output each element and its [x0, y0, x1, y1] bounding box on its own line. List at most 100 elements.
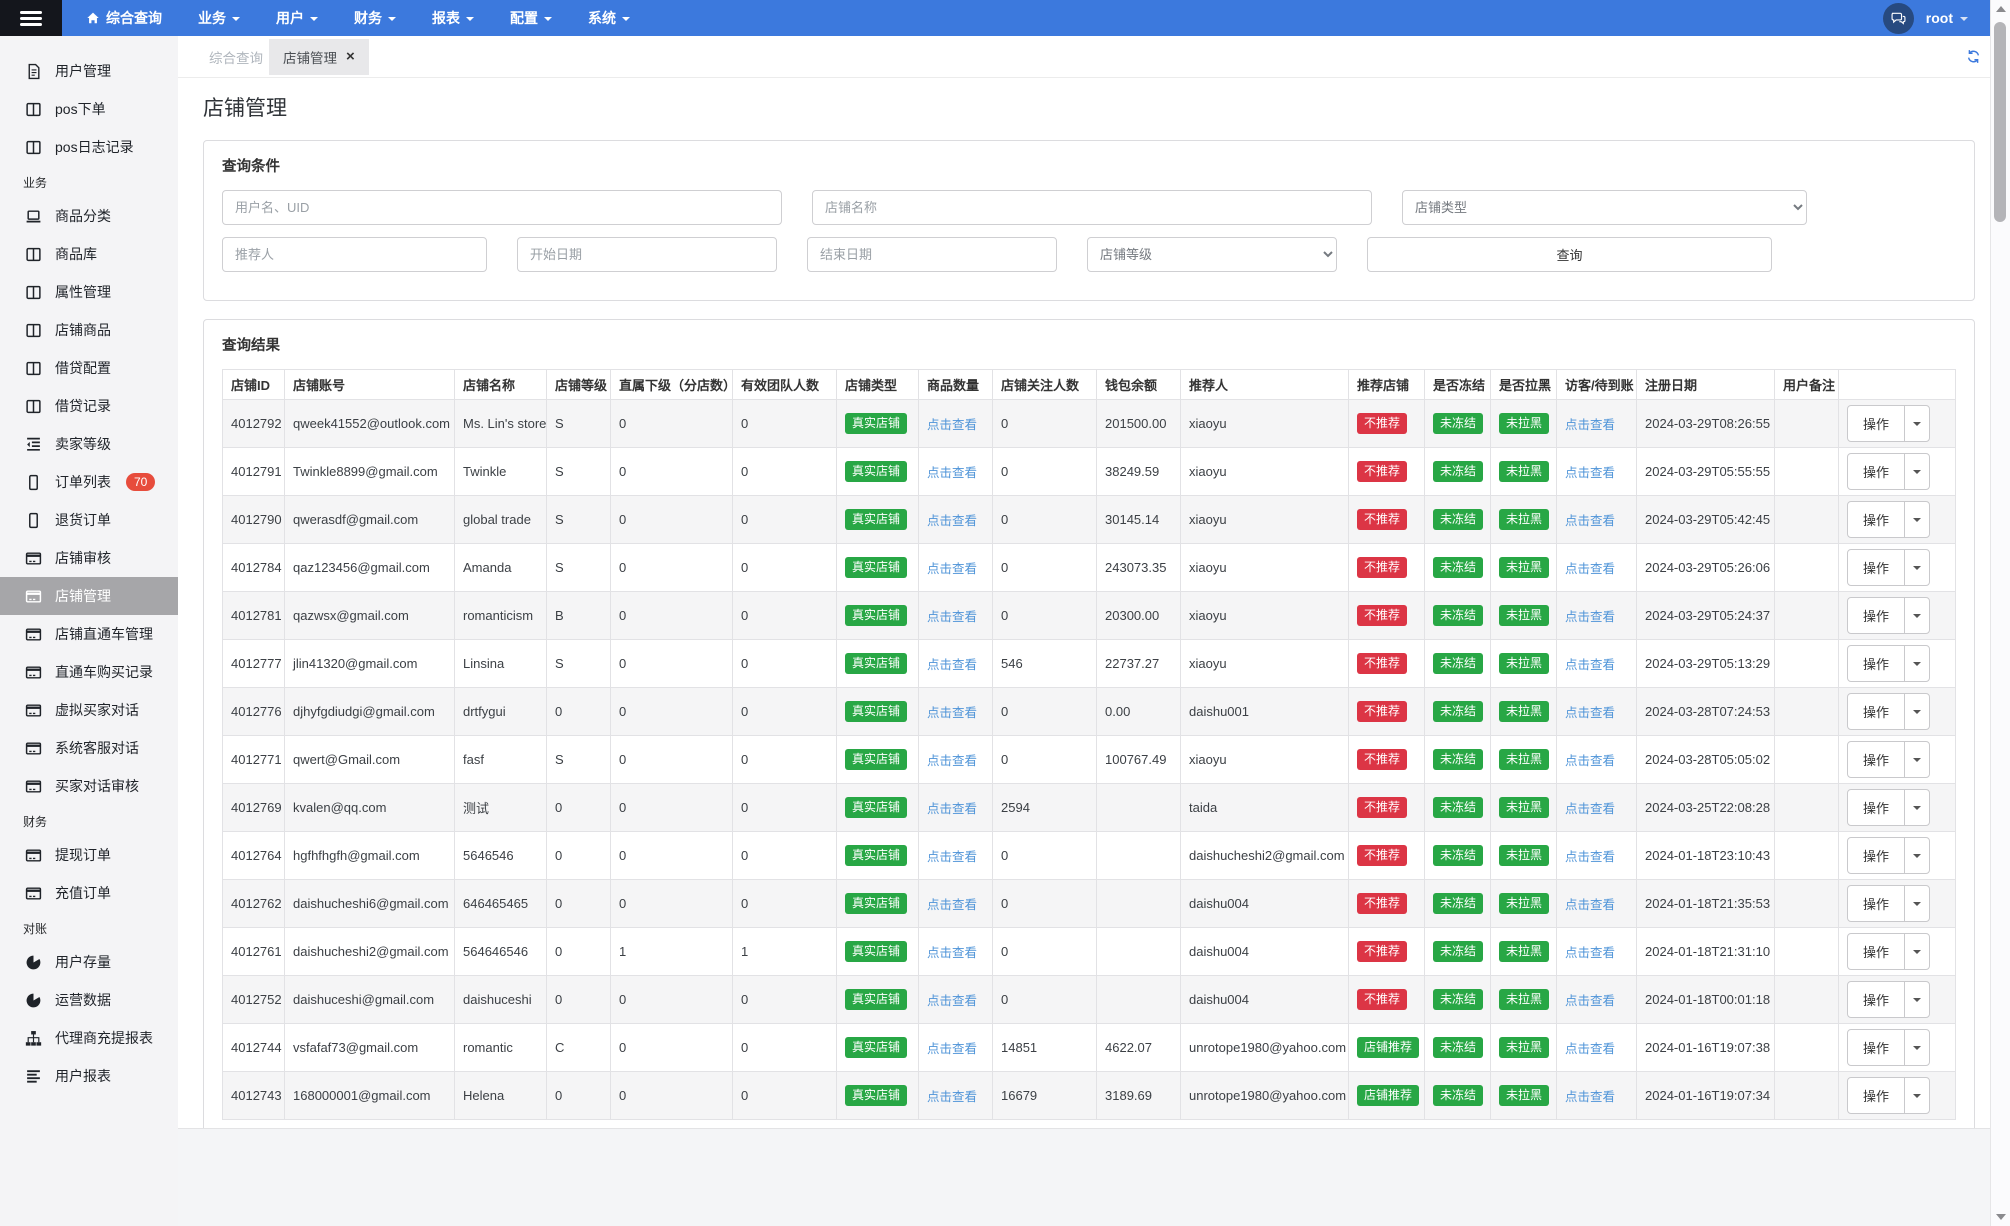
visitor-pending-link[interactable]: 点击查看	[1565, 514, 1615, 528]
product-count-link[interactable]: 点击查看	[927, 514, 977, 528]
product-count-link[interactable]: 点击查看	[927, 946, 977, 960]
sidebar-item[interactable]: 用户报表	[0, 1057, 178, 1095]
sidebar-item[interactable]: 卖家等级	[0, 425, 178, 463]
tab-general-query[interactable]: 综合查询	[203, 39, 269, 75]
visitor-pending-link[interactable]: 点击查看	[1565, 610, 1615, 624]
action-button[interactable]: 操作	[1847, 1077, 1931, 1114]
visitor-pending-link[interactable]: 点击查看	[1565, 994, 1615, 1008]
shop-type-select[interactable]: 店铺类型	[1402, 190, 1807, 225]
sidebar-item[interactable]: 直通车购买记录	[0, 653, 178, 691]
messages-button[interactable]	[1882, 2, 1914, 34]
visitor-pending-link[interactable]: 点击查看	[1565, 946, 1615, 960]
product-count-link[interactable]: 点击查看	[927, 610, 977, 624]
product-count-link[interactable]: 点击查看	[927, 850, 977, 864]
nav-menu-item[interactable]: 综合查询	[86, 8, 162, 28]
nav-menu-item[interactable]: 业务	[198, 8, 240, 28]
sidebar-item[interactable]: pos日志记录	[0, 128, 178, 166]
sidebar-item[interactable]: 系统客服对话	[0, 729, 178, 767]
sidebar-item[interactable]: 属性管理	[0, 273, 178, 311]
shop-level-select[interactable]: 店铺等级	[1087, 237, 1337, 272]
sidebar-item[interactable]: 买家对话审核	[0, 767, 178, 805]
visitor-pending-link[interactable]: 点击查看	[1565, 706, 1615, 720]
sidebar-item[interactable]: pos下单	[0, 90, 178, 128]
product-count-link[interactable]: 点击查看	[927, 898, 977, 912]
visitor-pending-link[interactable]: 点击查看	[1565, 466, 1615, 480]
scroll-down-arrow-icon[interactable]	[1996, 1214, 2006, 1220]
action-button[interactable]: 操作	[1847, 789, 1931, 826]
chevron-down-icon[interactable]	[1904, 934, 1929, 969]
tab-shop-management[interactable]: 店铺管理 ×	[269, 38, 369, 75]
visitor-pending-link[interactable]: 点击查看	[1565, 850, 1615, 864]
visitor-pending-link[interactable]: 点击查看	[1565, 898, 1615, 912]
product-count-link[interactable]: 点击查看	[927, 1042, 977, 1056]
sidebar-item[interactable]: 用户存量	[0, 943, 178, 981]
sidebar-item[interactable]: 代理商充提报表	[0, 1019, 178, 1057]
sidebar-item[interactable]: 店铺审核	[0, 539, 178, 577]
sidebar-item[interactable]: 店铺商品	[0, 311, 178, 349]
sidebar-item[interactable]: 商品库	[0, 235, 178, 273]
action-button[interactable]: 操作	[1847, 1029, 1931, 1066]
action-button[interactable]: 操作	[1847, 885, 1931, 922]
product-count-link[interactable]: 点击查看	[927, 754, 977, 768]
chevron-down-icon[interactable]	[1904, 982, 1929, 1017]
sidebar-item[interactable]: 订单列表 70	[0, 463, 178, 501]
product-count-link[interactable]: 点击查看	[927, 994, 977, 1008]
scrollbar-thumb[interactable]	[1994, 22, 2006, 222]
product-count-link[interactable]: 点击查看	[927, 1090, 977, 1104]
chevron-down-icon[interactable]	[1904, 790, 1929, 825]
product-count-link[interactable]: 点击查看	[927, 802, 977, 816]
visitor-pending-link[interactable]: 点击查看	[1565, 802, 1615, 816]
visitor-pending-link[interactable]: 点击查看	[1565, 754, 1615, 768]
sidebar-item[interactable]: 店铺管理	[0, 577, 178, 615]
visitor-pending-link[interactable]: 点击查看	[1565, 562, 1615, 576]
chevron-down-icon[interactable]	[1904, 742, 1929, 777]
nav-menu-item[interactable]: 系统	[588, 8, 630, 28]
visitor-pending-link[interactable]: 点击查看	[1565, 1090, 1615, 1104]
action-button[interactable]: 操作	[1847, 693, 1931, 730]
sidebar-item[interactable]: 借贷配置	[0, 349, 178, 387]
action-button[interactable]: 操作	[1847, 597, 1931, 634]
shop-name-input[interactable]	[812, 190, 1372, 225]
sidebar-item[interactable]: 运营数据	[0, 981, 178, 1019]
sidebar-item[interactable]: 充值订单	[0, 874, 178, 912]
end-date-input[interactable]	[807, 237, 1057, 272]
nav-menu-item[interactable]: 配置	[510, 8, 552, 28]
product-count-link[interactable]: 点击查看	[927, 706, 977, 720]
chevron-down-icon[interactable]	[1904, 886, 1929, 921]
nav-menu-item[interactable]: 报表	[432, 8, 474, 28]
visitor-pending-link[interactable]: 点击查看	[1565, 418, 1615, 432]
action-button[interactable]: 操作	[1847, 453, 1931, 490]
refresh-button[interactable]	[1966, 49, 1981, 64]
chevron-down-icon[interactable]	[1904, 1030, 1929, 1065]
product-count-link[interactable]: 点击查看	[927, 466, 977, 480]
scroll-up-arrow-icon[interactable]	[1996, 6, 2006, 12]
nav-menu-item[interactable]: 用户	[276, 8, 318, 28]
chevron-down-icon[interactable]	[1904, 838, 1929, 873]
sidebar-item[interactable]: 退货订单	[0, 501, 178, 539]
start-date-input[interactable]	[517, 237, 777, 272]
scrollbar[interactable]	[1990, 0, 2010, 1226]
chevron-down-icon[interactable]	[1904, 454, 1929, 489]
chevron-down-icon[interactable]	[1904, 406, 1929, 441]
referrer-input[interactable]	[222, 237, 487, 272]
sidebar-item[interactable]: 虚拟买家对话	[0, 691, 178, 729]
visitor-pending-link[interactable]: 点击查看	[1565, 658, 1615, 672]
product-count-link[interactable]: 点击查看	[927, 418, 977, 432]
action-button[interactable]: 操作	[1847, 837, 1931, 874]
chevron-down-icon[interactable]	[1904, 1078, 1929, 1113]
product-count-link[interactable]: 点击查看	[927, 658, 977, 672]
sidebar-item[interactable]: 借贷记录	[0, 387, 178, 425]
chevron-down-icon[interactable]	[1904, 502, 1929, 537]
chevron-down-icon[interactable]	[1904, 694, 1929, 729]
chevron-down-icon[interactable]	[1904, 646, 1929, 681]
user-menu[interactable]: root	[1926, 10, 1968, 26]
visitor-pending-link[interactable]: 点击查看	[1565, 1042, 1615, 1056]
action-button[interactable]: 操作	[1847, 405, 1931, 442]
action-button[interactable]: 操作	[1847, 645, 1931, 682]
action-button[interactable]: 操作	[1847, 741, 1931, 778]
query-button[interactable]: 查询	[1367, 237, 1772, 272]
sidebar-item[interactable]: 用户管理	[0, 52, 178, 90]
menu-toggle-button[interactable]	[0, 0, 62, 36]
sidebar-item[interactable]: 店铺直通车管理	[0, 615, 178, 653]
chevron-down-icon[interactable]	[1904, 550, 1929, 585]
